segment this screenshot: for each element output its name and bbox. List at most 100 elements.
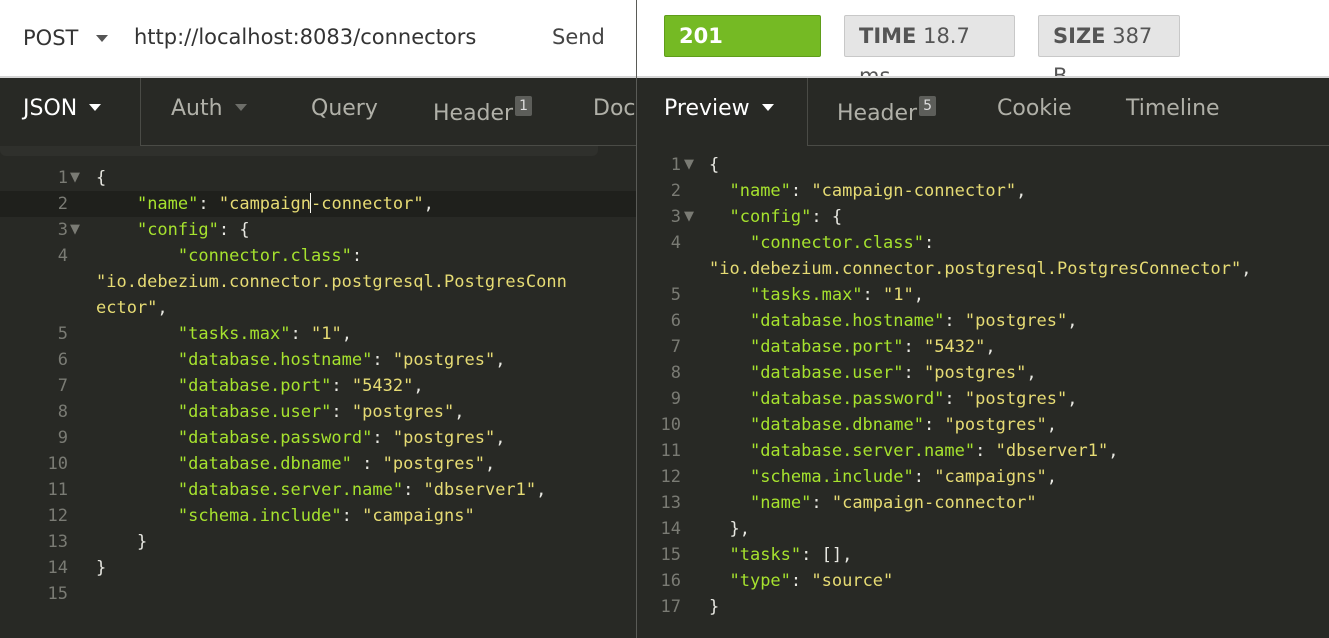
http-method-select[interactable]: POST	[23, 26, 78, 50]
tab-auth-label: Auth	[171, 96, 223, 121]
json-key: "database.port"	[749, 337, 904, 357]
code-line: "database.dbname": "postgres",	[709, 412, 1057, 438]
json-punct: :	[811, 493, 832, 513]
line-number: 2	[670, 181, 681, 201]
tab-header-label: Header	[433, 101, 514, 126]
tab-query[interactable]: Query	[311, 96, 378, 121]
json-punct: }	[136, 532, 148, 552]
json-punct: :	[923, 233, 935, 253]
code-line: {	[709, 152, 719, 178]
line-number: 7	[670, 337, 681, 357]
json-key: "config"	[729, 207, 812, 227]
request-body-editor[interactable]: 1 ▼{2 "name": "campaign-connector", 3 ▼ "co…	[0, 146, 636, 638]
json-string: "postgres"	[351, 402, 455, 422]
json-key: "connector.class"	[177, 246, 352, 266]
line-number: 14	[47, 558, 68, 578]
code-line: },	[709, 516, 749, 542]
code-line: "tasks": [],	[709, 542, 852, 568]
time-label: TIME	[859, 24, 917, 48]
json-punct: ,	[1067, 389, 1078, 409]
code-line: "database.user": "postgres",	[96, 399, 465, 425]
json-string: "postgres"	[944, 415, 1047, 435]
code-line: "type": "source"	[709, 568, 893, 594]
send-button[interactable]: Send	[552, 25, 605, 49]
json-punct: ,	[1046, 467, 1058, 487]
tab-preview[interactable]: Preview	[664, 96, 774, 121]
line-number: 12	[660, 467, 681, 487]
tab-response-header[interactable]: Header 5	[837, 96, 937, 126]
code-line: {	[96, 165, 106, 191]
json-punct: ,	[1241, 259, 1252, 279]
json-punct: }	[709, 597, 720, 617]
json-string: "campaign-connector"	[831, 493, 1037, 513]
json-punct: :	[975, 441, 996, 461]
json-punct: ,	[1067, 311, 1078, 331]
code-line: "tasks.max": "1",	[96, 321, 352, 347]
fold-toggle-icon[interactable]: ▼	[70, 165, 80, 191]
line-number: 9	[57, 428, 68, 448]
json-key: "database.password"	[749, 389, 945, 409]
time-badge: TIME 18.7 ms	[844, 15, 1015, 88]
json-punct: ,	[985, 337, 996, 357]
line-number: 6	[670, 311, 681, 331]
json-key: "name"	[136, 194, 199, 214]
size-label: SIZE	[1053, 24, 1106, 48]
status-code: 201	[679, 24, 723, 48]
json-punct: :	[944, 389, 965, 409]
url-input[interactable]: http://localhost:8083/connectors	[134, 25, 476, 49]
tab-docs[interactable]: Doc	[593, 96, 636, 121]
tab-timeline[interactable]: Timeline	[1126, 96, 1220, 121]
json-string: "5432"	[351, 376, 414, 396]
json-string: "io.debezium.connector.postgresql.Postgr…	[96, 272, 567, 292]
json-punct: ,	[413, 376, 424, 396]
fold-toggle-icon[interactable]: ▼	[684, 204, 694, 230]
chevron-down-icon	[234, 104, 247, 111]
horizontal-scrollbar[interactable]	[0, 146, 598, 156]
tab-header[interactable]: Header 1	[433, 96, 533, 126]
code-line: "config": {	[709, 204, 842, 230]
tab-json[interactable]: JSON	[23, 96, 102, 121]
json-string: "postgres"	[392, 350, 496, 370]
line-number: 14	[660, 519, 681, 539]
json-key: "tasks"	[729, 545, 802, 565]
json-punct: :	[351, 454, 383, 474]
json-string: "campaign-connector"	[811, 181, 1017, 201]
chevron-down-icon	[89, 104, 102, 111]
json-string: "campaign	[218, 194, 311, 214]
json-punct: ,	[454, 402, 465, 422]
tab-cookie[interactable]: Cookie	[997, 96, 1072, 121]
code-line: "database.hostname": "postgres",	[96, 347, 506, 373]
fold-toggle-icon[interactable]: ▼	[70, 217, 80, 243]
json-key: "database.hostname"	[749, 311, 945, 331]
tab-response-header-label: Header	[837, 101, 918, 126]
chevron-down-icon[interactable]	[96, 35, 108, 42]
code-line: "database.server.name": "dbserver1",	[709, 438, 1119, 464]
json-string: "dbserver1"	[995, 441, 1109, 461]
json-punct: ,	[1108, 441, 1119, 461]
json-punct: ,	[341, 324, 352, 344]
line-number: 10	[47, 454, 68, 474]
line-number: 13	[660, 493, 681, 513]
code-line: "io.debezium.connector.postgresql.Postgr…	[709, 256, 1251, 282]
json-string: "postgres"	[964, 311, 1068, 331]
fold-toggle-icon[interactable]: ▼	[684, 152, 694, 178]
json-key: "tasks.max"	[177, 324, 291, 344]
code-line: "tasks.max": "1",	[709, 282, 924, 308]
json-key: "database.hostname"	[177, 350, 373, 370]
line-number: 1	[57, 168, 68, 188]
tab-auth[interactable]: Auth	[171, 96, 247, 121]
line-number: 8	[670, 363, 681, 383]
json-punct: ,	[157, 298, 168, 318]
line-number: 7	[57, 376, 68, 396]
json-punct: :	[351, 246, 363, 266]
line-number: 6	[57, 350, 68, 370]
json-punct: :	[198, 194, 219, 214]
